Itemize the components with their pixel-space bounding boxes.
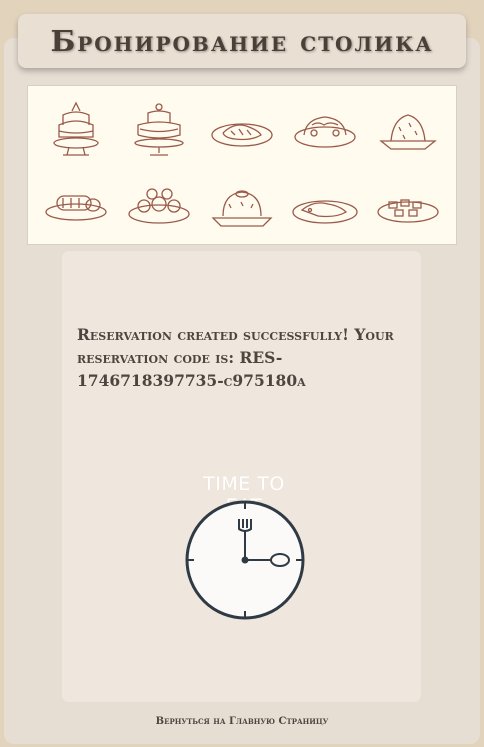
ring-cake-icon xyxy=(211,189,273,227)
food-banner xyxy=(27,85,457,245)
page-title: Бронирование столика xyxy=(50,24,434,58)
clock-fork-spoon-icon xyxy=(185,500,305,620)
fish-dish-icon xyxy=(292,199,358,224)
back-to-home-link[interactable]: Вернуться на Главную Страницу xyxy=(0,716,484,727)
pudding-icon xyxy=(379,113,438,150)
tiered-cake-icon xyxy=(134,102,184,156)
success-message: Reservation created successfully! Your r… xyxy=(77,325,394,390)
appetizer-platter-icon xyxy=(128,187,190,224)
fish-platter-icon xyxy=(211,122,273,147)
roast-platter-icon xyxy=(294,115,356,148)
stuffed-roll-icon xyxy=(44,194,107,221)
title-bar: Бронирование столика xyxy=(18,14,466,68)
layered-cake-icon xyxy=(52,101,99,156)
canape-tray-icon xyxy=(377,198,440,223)
confirmation-panel: Reservation created successfully! Your r… xyxy=(62,251,421,702)
